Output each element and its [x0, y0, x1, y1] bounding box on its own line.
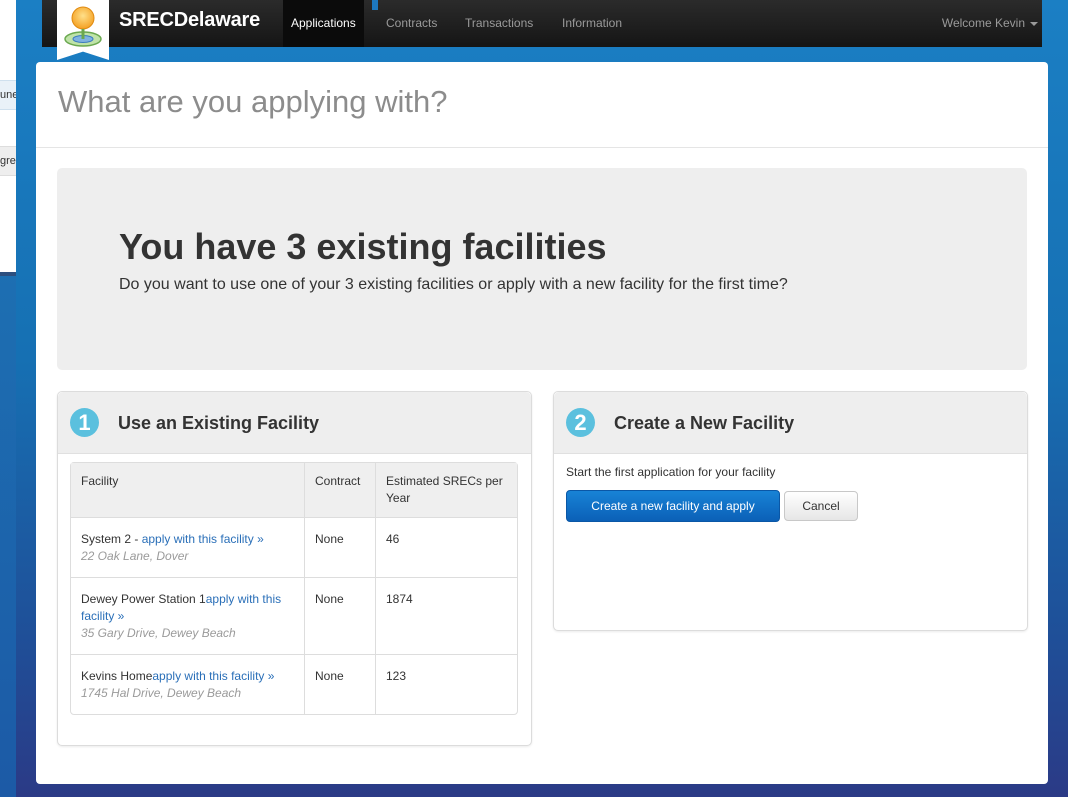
- new-facility-card: 2 Create a New Facility Start the first …: [553, 391, 1028, 631]
- background-fragment-2: gre: [0, 146, 16, 176]
- hero-heading: You have 3 existing facilities: [119, 226, 607, 267]
- nav-information[interactable]: Information: [562, 0, 622, 47]
- table-header-row: Facility Contract Estimated SRECs per Ye…: [71, 463, 517, 517]
- srecs-cell: 1874: [375, 577, 517, 654]
- hero-unit: You have 3 existing facilities Do you wa…: [57, 168, 1027, 370]
- nav-applications[interactable]: Applications: [283, 0, 364, 47]
- cancel-button[interactable]: Cancel: [784, 491, 858, 521]
- page-title: What are you applying with?: [58, 84, 448, 119]
- column-header-contract: Contract: [304, 463, 375, 517]
- facility-table: Facility Contract Estimated SRECs per Ye…: [70, 462, 518, 715]
- facility-address: 22 Oak Lane, Dover: [81, 549, 189, 563]
- contract-cell: None: [304, 577, 375, 654]
- step-two-badge: 2: [566, 408, 595, 437]
- background-window-fragment: une gre: [0, 0, 16, 797]
- logo-badge[interactable]: [57, 0, 109, 60]
- hero-subheading: Do you want to use one of your 3 existin…: [119, 276, 788, 293]
- create-facility-button[interactable]: Create a new facility and apply: [566, 490, 780, 522]
- facility-name: Kevins Home: [81, 669, 153, 683]
- table-row: System 2 - apply with this facility » 22…: [71, 517, 517, 577]
- facility-name: Dewey Power Station 1: [81, 592, 206, 606]
- top-stripe-accent: [372, 0, 378, 10]
- main-panel: What are you applying with? You have 3 e…: [36, 62, 1048, 784]
- user-menu[interactable]: Welcome Kevin: [942, 0, 1038, 47]
- existing-facility-card: 1 Use an Existing Facility Facility Cont…: [57, 391, 532, 746]
- apply-with-facility-link[interactable]: apply with this facility »: [142, 532, 264, 546]
- brand-name[interactable]: SRECDelaware: [119, 9, 260, 32]
- sun-logo-icon: [64, 6, 102, 47]
- facility-address: 35 Gary Drive, Dewey Beach: [81, 626, 236, 640]
- facility-cell: System 2 - apply with this facility » 22…: [71, 517, 304, 577]
- facility-cell: Kevins Homeapply with this facility » 17…: [71, 654, 304, 714]
- nav-transactions[interactable]: Transactions: [465, 0, 533, 47]
- welcome-text: Welcome Kevin: [941, 16, 1025, 30]
- title-divider: [36, 147, 1048, 148]
- background-fragment-2-text: gre: [0, 155, 16, 167]
- facility-address: 1745 Hal Drive, Dewey Beach: [81, 686, 242, 700]
- new-facility-title: Create a New Facility: [614, 413, 795, 433]
- new-facility-header: 2 Create a New Facility: [554, 392, 1027, 454]
- facility-cell: Dewey Power Station 1apply with this fac…: [71, 577, 304, 654]
- contract-cell: None: [304, 654, 375, 714]
- contract-cell: None: [304, 517, 375, 577]
- existing-facility-title: Use an Existing Facility: [118, 413, 320, 433]
- background-fragment-1: une: [0, 80, 16, 110]
- column-header-facility: Facility: [71, 463, 304, 517]
- new-facility-description: Start the first application for your fac…: [566, 465, 776, 479]
- existing-facility-header: 1 Use an Existing Facility: [58, 392, 531, 454]
- table-row: Kevins Homeapply with this facility » 17…: [71, 654, 517, 714]
- srecs-cell: 46: [375, 517, 517, 577]
- table-row: Dewey Power Station 1apply with this fac…: [71, 577, 517, 654]
- caret-down-icon: [1030, 21, 1038, 26]
- background-fragment-1-text: une: [0, 89, 16, 101]
- apply-with-facility-link[interactable]: apply with this facility »: [152, 669, 274, 683]
- srecs-cell: 123: [375, 654, 517, 714]
- nav-contracts[interactable]: Contracts: [386, 0, 437, 47]
- column-header-srecs: Estimated SRECs per Year: [375, 463, 517, 517]
- facility-name: System 2 -: [81, 532, 142, 546]
- background-divider: [0, 272, 16, 276]
- step-one-badge: 1: [70, 408, 99, 437]
